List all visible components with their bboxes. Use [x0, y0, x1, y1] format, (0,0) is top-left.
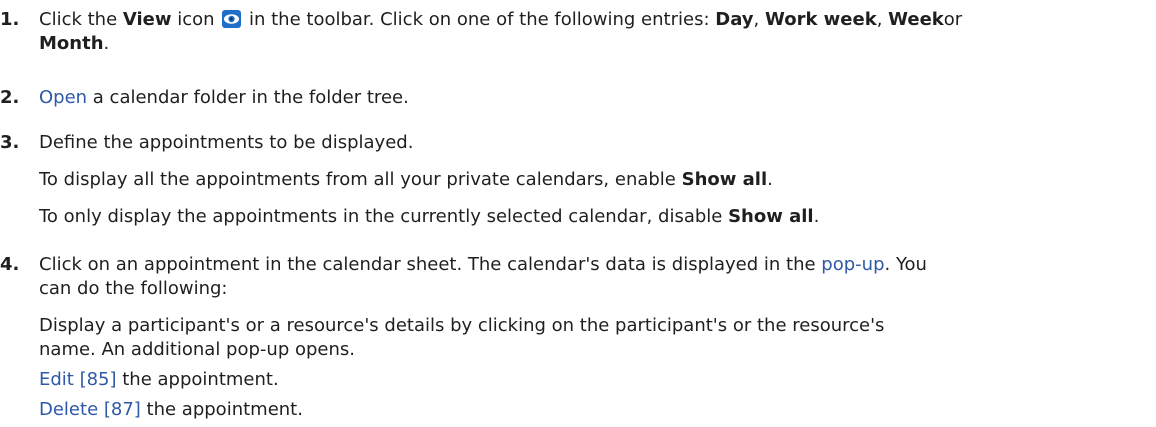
step-4: 4. Click on an appointment in the calend… [0, 253, 1150, 422]
step-number: 3. [0, 132, 20, 153]
view-label: View [122, 9, 172, 30]
step-text: Click on an appointment in the calendar … [39, 254, 927, 299]
popup-link[interactable]: pop-up [821, 254, 884, 275]
instructions-document: 1. Click the View icon in the toolbar. C… [0, 0, 1156, 427]
step-3: 3. Define the appointments to be display… [0, 131, 1150, 229]
substep-participant-details: Display a participant's or a resource's … [39, 315, 885, 360]
edit-link[interactable]: Edit [85] [39, 369, 117, 390]
substep-edit: Edit [85] the appointment. [39, 369, 279, 390]
substep-show-all-disable: To only display the appointments in the … [39, 206, 820, 227]
eye-icon [222, 10, 242, 28]
substep-show-all-enable: To display all the appointments from all… [39, 169, 773, 190]
open-link[interactable]: Open [39, 87, 87, 108]
substep-delete: Delete [87] the appointment. [39, 399, 303, 420]
step-number: 4. [0, 254, 20, 275]
delete-link[interactable]: Delete [87] [39, 399, 141, 420]
step-number: 2. [0, 87, 20, 108]
step-2: 2. Open a calendar folder in the folder … [0, 86, 1150, 110]
step-1: 1. Click the View icon in the toolbar. C… [0, 8, 1150, 56]
step-text: Define the appointments to be displayed. [39, 132, 414, 153]
step-text: Click the View icon in the toolbar. Clic… [39, 9, 963, 54]
step-text: Open a calendar folder in the folder tre… [39, 87, 409, 108]
step-number: 1. [0, 9, 20, 30]
